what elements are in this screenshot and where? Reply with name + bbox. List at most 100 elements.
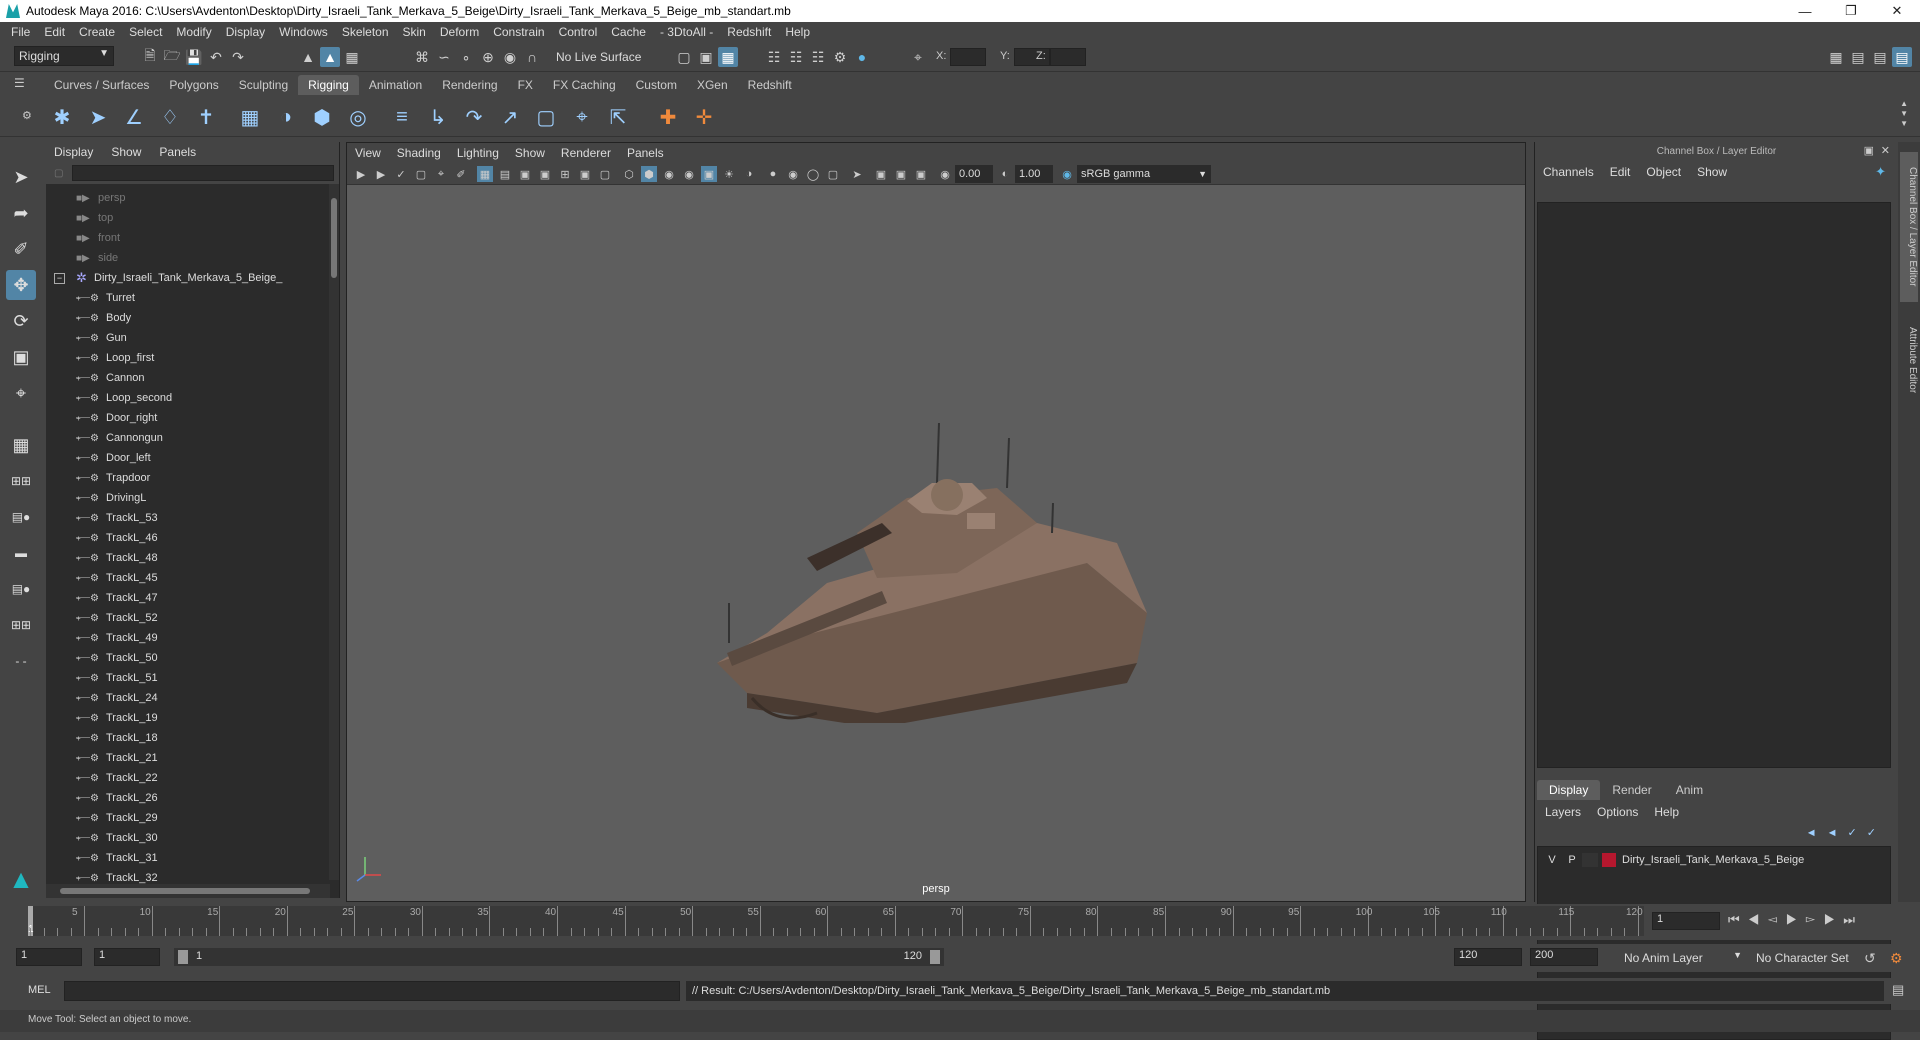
expand-icon[interactable]: + [76,794,81,803]
layer-row[interactable]: V P Dirty_Israeli_Tank_Merkava_5_Beige [1542,851,1886,869]
rotate-tool-icon[interactable]: ⟳ [6,306,36,336]
viewport-menu-panels[interactable]: Panels [627,146,664,160]
animation-prefs-icon[interactable]: ⚙ [1890,950,1903,967]
outliner-item-trackl-53[interactable]: + ⚙ TrackL_53 [46,508,330,528]
xray-active-icon[interactable]: ▣ [893,166,909,182]
grease-pencil-icon[interactable]: ✐ [453,166,469,182]
outliner-camera-top[interactable]: ■▶ top [46,208,330,228]
expand-icon[interactable]: + [76,854,81,863]
viewport-menu-shading[interactable]: Shading [397,146,441,160]
select-object-icon[interactable]: ▲ [320,47,340,67]
use-all-lights-icon[interactable]: ☀ [721,166,737,182]
persp-graph-layout-icon[interactable]: ▬ [6,538,36,568]
custom-layout-icon[interactable]: ⊞⊞ [6,610,36,640]
bind-skin-icon[interactable]: ≡ [388,103,416,131]
joint-tool-icon[interactable]: ✱ [48,103,76,131]
select-tool-icon[interactable]: ➤ [6,162,36,192]
open-scene-icon[interactable]: 🗁 [162,47,182,67]
outliner-item-body[interactable]: + ⚙ Body [46,308,330,328]
save-scene-icon[interactable]: 💾 [184,47,204,67]
render-settings-icon[interactable]: ⚙ [830,47,850,67]
constraint-icon[interactable]: ⌖ [568,103,596,131]
expand-icon[interactable]: + [76,294,81,303]
expand-icon[interactable]: + [76,634,81,643]
snap-grid-icon[interactable]: ⌘ [412,47,432,67]
outliner-item-trackl-26[interactable]: + ⚙ TrackL_26 [46,788,330,808]
lattice-icon[interactable]: ▦ [236,103,264,131]
hypershade-layout-icon[interactable]: ▤● [6,574,36,604]
outliner-item-trackl-52[interactable]: + ⚙ TrackL_52 [46,608,330,628]
outliner-item-cannon[interactable]: + ⚙ Cannon [46,368,330,388]
menu-create[interactable]: Create [72,25,122,39]
layer-tab-render[interactable]: Render [1600,780,1663,800]
ik-handle-icon[interactable]: ➤ [84,103,112,131]
gamma-field[interactable]: 1.00 [1015,165,1053,183]
layer-tab-display[interactable]: Display [1537,780,1601,800]
wireframe-icon[interactable]: ⬡ [621,166,637,182]
menu-display[interactable]: Display [219,25,272,39]
expand-icon[interactable]: + [76,334,81,343]
outliner-item-trackl-18[interactable]: + ⚙ TrackL_18 [46,728,330,748]
humanik-icon[interactable]: ✝ [192,103,220,131]
expand-icon[interactable]: + [76,734,81,743]
outliner-item-door-right[interactable]: + ⚙ Door_right [46,408,330,428]
shelf-scroll-icon[interactable]: ▲ ▼ ▼ [1900,99,1908,129]
snap-view-icon[interactable]: ⊕ [478,47,498,67]
film-gate-icon[interactable]: ▤ [497,166,513,182]
outliner-camera-side[interactable]: ■▶ side [46,248,330,268]
expand-icon[interactable]: + [76,674,81,683]
select-hierarchy-icon[interactable]: ▲ [298,47,318,67]
shelf-tab-curves-surfaces[interactable]: Curves / Surfaces [44,75,159,95]
shelf-tab-custom[interactable]: Custom [626,75,687,95]
end-time-field[interactable]: 200 [1530,948,1598,966]
outliner-item-trackl-45[interactable]: + ⚙ TrackL_45 [46,568,330,588]
mirror-joint-icon[interactable]: ♢ [156,103,184,131]
gamma-icon[interactable]: ◐ [997,166,1013,182]
expand-icon[interactable]: + [76,774,81,783]
shelf-tab-polygons[interactable]: Polygons [159,75,228,95]
safe-title-icon[interactable]: ▢ [597,166,613,182]
default-lighting-icon[interactable]: ◉ [661,166,677,182]
outliner-item-gun[interactable]: + ⚙ Gun [46,328,330,348]
playback-end-field[interactable]: 120 [1454,948,1522,966]
expand-icon[interactable]: + [76,554,81,563]
bookmark-icon[interactable]: ✓ [393,166,409,182]
render-frame-icon[interactable]: ☷ [764,47,784,67]
shelf-tab-fx[interactable]: FX [508,75,543,95]
outliner-item-trackl-29[interactable]: + ⚙ TrackL_29 [46,808,330,828]
shelf-settings-icon[interactable]: ⚙ [22,109,32,122]
menu-set-dropdown[interactable]: Rigging ▼ [14,46,114,66]
expand-icon[interactable]: + [76,454,81,463]
outliner-item-trapdoor[interactable]: + ⚙ Trapdoor [46,468,330,488]
shelf-tab-rigging[interactable]: Rigging [298,75,359,95]
snap-point-icon[interactable]: ∘ [456,47,476,67]
menu-3dtoall[interactable]: - 3DtoAll - [653,25,720,39]
layer-menu-options[interactable]: Options [1597,805,1638,819]
snap-surface-icon[interactable]: ◉ [500,47,520,67]
expand-icon[interactable]: + [76,594,81,603]
expand-icon[interactable]: + [76,374,81,383]
menu-deform[interactable]: Deform [433,25,486,39]
shelf-tab-sculpting[interactable]: Sculpting [229,75,298,95]
smooth-bind-icon[interactable]: ↳ [424,103,452,131]
outliner-camera-persp[interactable]: ■▶ persp [46,188,330,208]
outliner-root-node[interactable]: − ✲ Dirty_Israeli_Tank_Merkava_5_Beige_ [46,268,330,288]
x-field[interactable] [950,48,986,66]
tank-model[interactable] [707,383,1167,723]
menu-control[interactable]: Control [552,25,605,39]
channel-box-menu-object[interactable]: Object [1646,165,1681,179]
expand-icon[interactable]: + [76,474,81,483]
shadows-icon[interactable]: ◑ [741,166,757,182]
current-frame-field[interactable]: 1 [1652,912,1720,930]
outliner-item-trackl-19[interactable]: + ⚙ TrackL_19 [46,708,330,728]
layer-playback-toggle[interactable]: P [1562,854,1582,866]
float-panel-icon[interactable]: ▣ [1864,144,1874,157]
menu-cache[interactable]: Cache [604,25,653,39]
smooth-shade-icon[interactable]: ⬢ [641,166,657,182]
lasso-tool-icon[interactable]: ➦ [6,198,36,228]
layer-color-swatch[interactable] [1602,853,1616,867]
camera-attributes-icon[interactable]: ▶ [373,166,389,182]
ik-spline-icon[interactable]: ∠ [120,103,148,131]
command-input[interactable] [64,981,680,1001]
wrap-icon[interactable]: ⬢ [308,103,336,131]
